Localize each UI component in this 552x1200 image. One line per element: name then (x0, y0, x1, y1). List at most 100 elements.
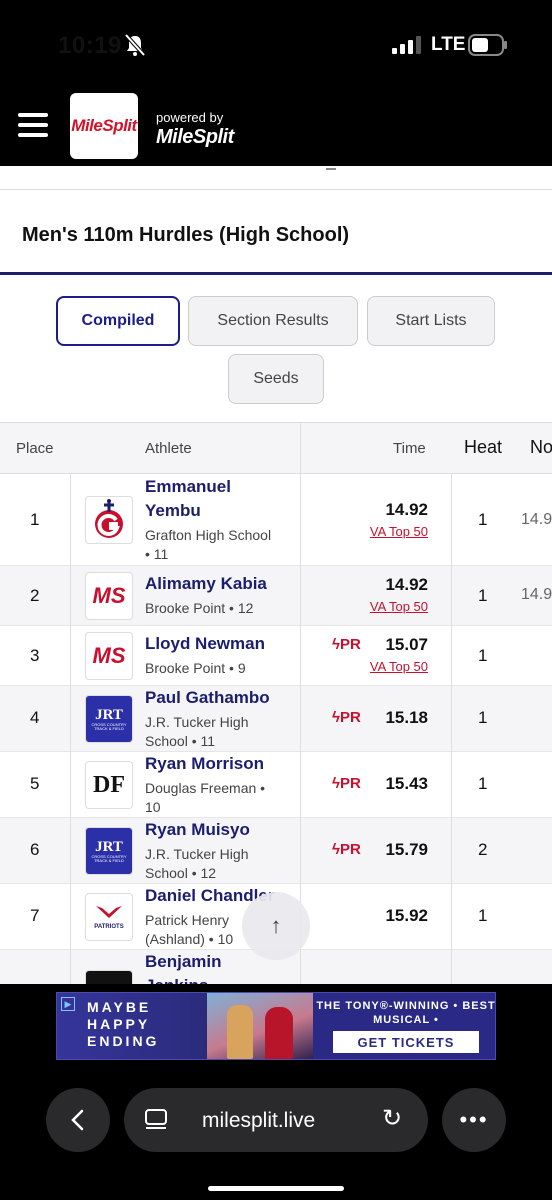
pr-label: PR (339, 636, 361, 653)
arrow-up-icon: ↑ (270, 913, 282, 938)
athlete-name-line2[interactable]: Jenkins (145, 975, 208, 984)
url-text[interactable]: milesplit.live (202, 1109, 315, 1133)
athlete-school: Brooke Point • 12 (145, 600, 254, 616)
athlete-school: Grafton High School (145, 527, 272, 543)
ad-banner[interactable]: ▶ MAYBE HAPPY ENDING THE TONY®-WINNING •… (56, 992, 496, 1060)
pr-label: PR (339, 841, 361, 858)
site-logo[interactable]: MileSplit (70, 93, 138, 159)
athlete-name[interactable]: Alimamy Kabia (145, 573, 267, 595)
df-logo-text: DF (93, 771, 125, 798)
note-value: 14.9 (521, 586, 552, 603)
athlete-name[interactable]: Lloyd Newman (145, 633, 265, 655)
va-top50-link[interactable]: VA Top 50 (370, 524, 428, 539)
browser-toolbar: milesplit.live ↻ ••• (0, 1068, 552, 1200)
powered-by-label: powered by (156, 110, 224, 125)
ms-logo: MS (85, 572, 133, 620)
athlete-school: J.R. Tucker High (145, 714, 249, 730)
table-row[interactable]: 1 Emmanuel Yembu Grafton High School • 1… (0, 474, 552, 566)
col-athlete: Athlete (145, 440, 192, 457)
scroll-edge (0, 166, 552, 190)
athlete-school-line2: 10 (145, 799, 161, 815)
ad-choices-icon[interactable]: ▶ (61, 997, 75, 1011)
menu-icon[interactable] (18, 113, 48, 137)
scroll-to-top-button[interactable]: ↑ (242, 892, 310, 960)
bell-muted-icon (124, 33, 146, 57)
home-indicator (208, 1186, 344, 1191)
column-divider (300, 422, 301, 984)
athlete-school: Patrick Henry (145, 912, 230, 928)
ad-banner-area: ▶ MAYBE HAPPY ENDING THE TONY®-WINNING •… (0, 984, 552, 1068)
athlete-school: Brooke Point • 9 (145, 660, 246, 676)
tab-section-results[interactable]: Section Results (188, 296, 358, 346)
tabs-icon[interactable] (144, 1108, 168, 1130)
pr-label: PR (339, 775, 361, 792)
col-time: Time (393, 440, 426, 457)
pr-badge: ϟPR (332, 841, 361, 858)
athlete-school: Douglas Freeman • (145, 780, 266, 796)
column-divider (70, 474, 71, 984)
athlete-name[interactable]: Paul Gathambo (145, 687, 270, 709)
athlete-name[interactable]: Ryan Muisyo (145, 819, 250, 841)
heat-value: 1 (478, 646, 488, 665)
lightning-icon: ϟ (332, 775, 340, 792)
athlete-school-line2: • 11 (145, 546, 169, 562)
lightning-icon: ϟ (332, 841, 340, 858)
heat-value: 1 (478, 774, 488, 793)
pr-badge: ϟPR (332, 709, 361, 726)
heat-value: 2 (478, 840, 488, 859)
place-value: 3 (30, 646, 40, 665)
jrt-logo: JRT CROSS COUNTRY TRACK & FIELD (85, 827, 133, 875)
athlete-name[interactable]: Emmanuel (145, 476, 231, 498)
powered-by-brand: MileSplit (156, 126, 234, 148)
lightning-icon: ϟ (332, 636, 340, 653)
ad-title-panel: ▶ MAYBE HAPPY ENDING (57, 993, 207, 1059)
df-logo: DF (85, 761, 133, 809)
va-top50-link[interactable]: VA Top 50 (370, 599, 428, 614)
table-row[interactable]: 2 MS Alimamy Kabia Brooke Point • 12 14.… (0, 566, 552, 626)
signal-icon (392, 36, 421, 54)
more-options-button[interactable]: ••• (442, 1088, 506, 1152)
pr-badge: ϟPR (332, 636, 361, 653)
ms-logo-text: MS (92, 583, 126, 608)
back-button[interactable] (46, 1088, 110, 1152)
va-top50-link[interactable]: VA Top 50 (370, 659, 428, 674)
patriots-logo-text: PATRIOTS (94, 924, 124, 930)
result-time: 14.92 (385, 575, 428, 594)
tab-seeds[interactable]: Seeds (228, 354, 324, 404)
result-time: 15.18 (385, 708, 428, 727)
heat-value: 1 (478, 906, 488, 925)
athlete-name[interactable]: Benjamin (145, 951, 222, 973)
athlete-name[interactable]: Ryan Morrison (145, 753, 264, 775)
grafton-logo (85, 496, 133, 544)
col-heat: Heat (464, 437, 503, 457)
ms-logo: MS (85, 632, 133, 680)
col-place: Place (16, 440, 54, 457)
result-time: 15.43 (385, 774, 428, 793)
table-row[interactable]: 4 JRT CROSS COUNTRY TRACK & FIELD Paul G… (0, 686, 552, 752)
patriots-logo: PATRIOTS (85, 893, 133, 941)
status-bar: 10:19 LTE (0, 0, 552, 88)
lightning-icon: ϟ (332, 709, 340, 726)
address-bar[interactable]: milesplit.live ↻ (124, 1088, 428, 1152)
title-divider (0, 272, 552, 275)
jrt-logo-text: JRT (95, 838, 123, 855)
tab-start-lists[interactable]: Start Lists (367, 296, 495, 346)
place-value: 5 (30, 774, 40, 793)
table-header: Place Athlete Time Heat No (0, 422, 552, 474)
get-tickets-button[interactable]: GET TICKETS (333, 1031, 479, 1053)
athlete-school-line2: School • 12 (145, 865, 217, 881)
table-row[interactable]: 6 JRT CROSS COUNTRY TRACK & FIELD Ryan M… (0, 818, 552, 884)
table-row[interactable]: 5 DF Ryan Morrison Douglas Freeman • 10 … (0, 752, 552, 818)
table-row[interactable]: 3 MS Lloyd Newman Brooke Point • 9 ϟPR 1… (0, 626, 552, 686)
place-value: 6 (30, 840, 40, 859)
result-time: 15.07 (385, 635, 428, 654)
ad-artwork (207, 993, 313, 1059)
reload-icon[interactable]: ↻ (382, 1104, 402, 1133)
ad-tagline: THE TONY®-WINNING • BEST MUSICAL • (316, 1000, 496, 1026)
tab-compiled[interactable]: Compiled (56, 296, 180, 346)
school-logo (85, 970, 133, 984)
athlete-name-line2[interactable]: Yembu (145, 500, 201, 522)
pr-badge: ϟPR (332, 775, 361, 792)
column-divider (451, 474, 452, 984)
network-label: LTE (431, 34, 466, 55)
